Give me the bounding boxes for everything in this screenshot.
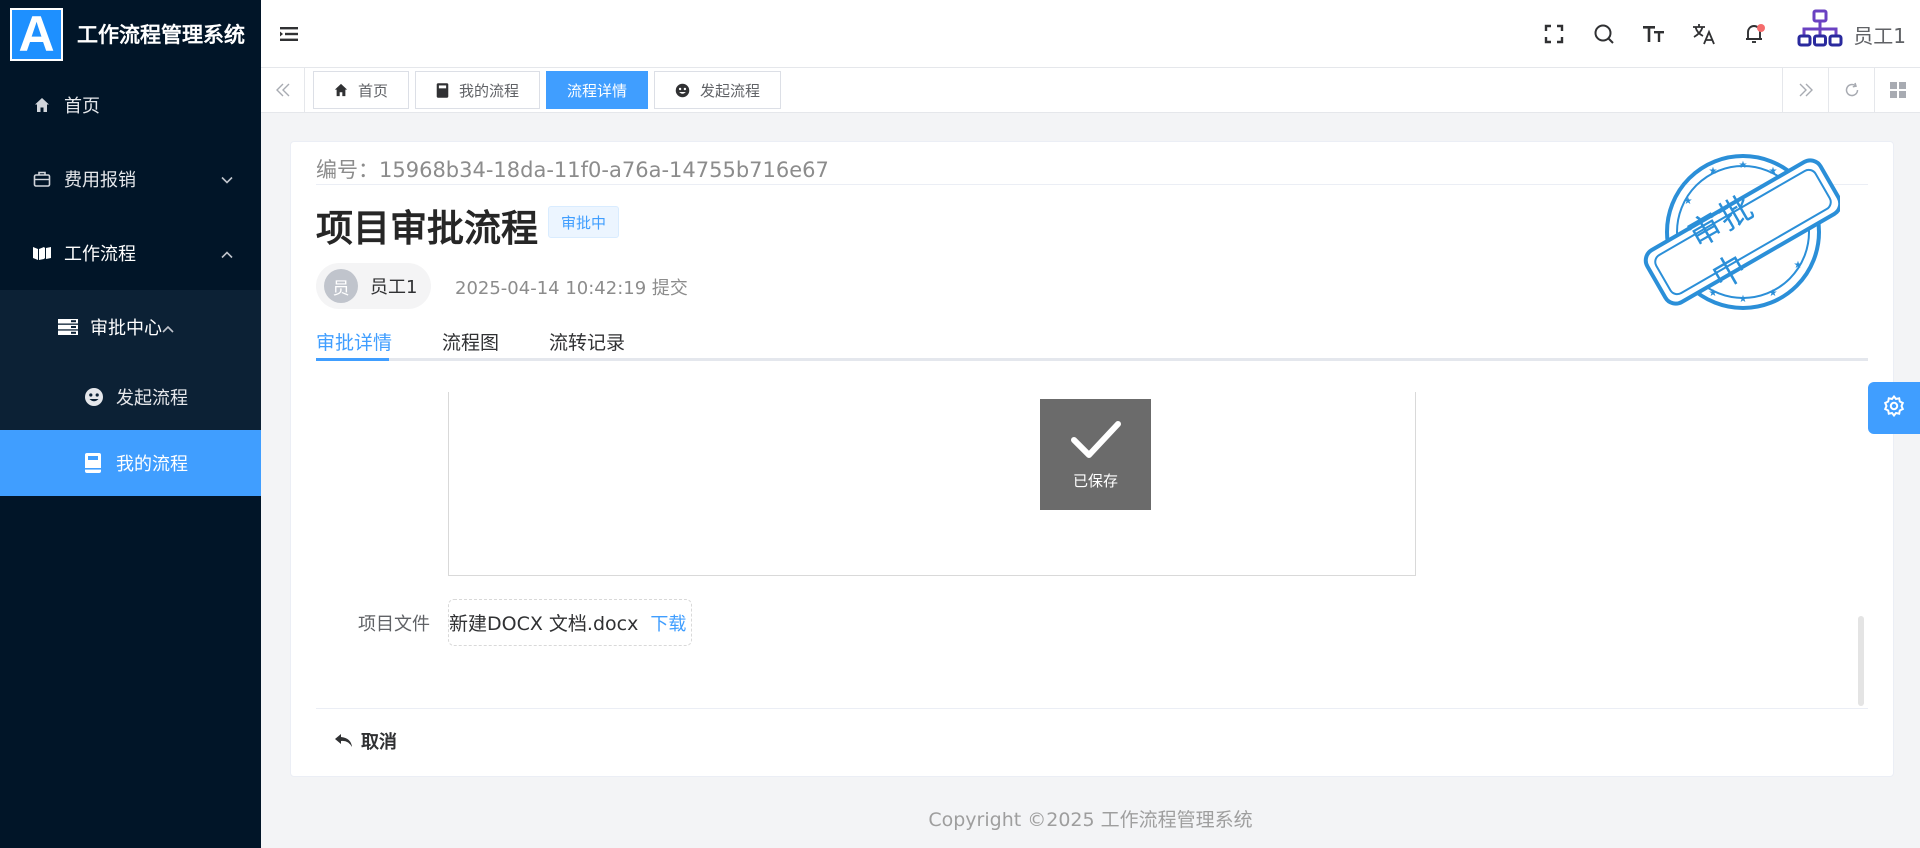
file-attachment: 新建DOCX 文档.docx 下载 xyxy=(448,599,693,646)
tab-flow-records[interactable]: 流转记录 xyxy=(549,328,625,355)
top-header: 员工1 xyxy=(261,0,1920,68)
sidebar: A 工作流程管理系统 首页 费用报销 工作流程 审批中心 发起流程 我的流程 xyxy=(0,0,261,848)
cancel-label: 取消 xyxy=(361,732,397,753)
saved-toast: 已保存 xyxy=(1040,399,1151,510)
header-actions: 员工1 xyxy=(1529,0,1920,68)
sidebar-item-home[interactable]: 首页 xyxy=(0,68,261,142)
sidebar-item-label: 工作流程 xyxy=(64,244,136,265)
sidebar-item-label: 发起流程 xyxy=(116,388,188,409)
tab-start-process[interactable]: 发起流程 xyxy=(654,71,782,109)
book-icon xyxy=(436,82,449,98)
tab-approval-detail[interactable]: 审批详情 xyxy=(316,328,392,355)
search-icon[interactable] xyxy=(1579,9,1629,59)
tab-list: 首页 我的流程 流程详情 发起流程 xyxy=(313,71,787,109)
back-arrow-icon xyxy=(335,733,353,749)
tab-label: 流程详情 xyxy=(567,81,628,100)
svg-text:★: ★ xyxy=(1769,288,1778,299)
app-logo: A xyxy=(10,6,63,62)
workflow-icon xyxy=(32,243,52,263)
chevron-up-icon xyxy=(221,243,233,264)
sidebar-item-workflow[interactable]: 工作流程 xyxy=(0,216,261,290)
scroll-right-icon[interactable] xyxy=(1782,68,1828,112)
smile-icon xyxy=(84,387,104,407)
tab-label: 首页 xyxy=(358,81,389,100)
home-icon xyxy=(334,83,348,97)
submit-time: 2025-04-14 10:42:19 提交 xyxy=(455,278,688,299)
settings-button[interactable] xyxy=(1868,382,1920,434)
checkmark-icon xyxy=(1070,418,1122,466)
user-name: 员工1 xyxy=(1853,23,1906,48)
tab-label: 发起流程 xyxy=(700,81,761,100)
svg-text:★: ★ xyxy=(1684,196,1693,207)
server-icon xyxy=(58,317,78,337)
saved-label: 已保存 xyxy=(1072,472,1118,490)
briefcase-icon xyxy=(32,169,52,189)
stamp-text: 审批中 xyxy=(1681,186,1762,296)
scrollbar[interactable] xyxy=(1858,616,1864,706)
smile-icon xyxy=(675,83,690,98)
tab-actions xyxy=(1782,68,1920,112)
active-tab-indicator xyxy=(316,358,389,361)
applicant-chip: 员 员工1 xyxy=(316,263,432,309)
fullscreen-icon[interactable] xyxy=(1529,9,1579,59)
tab-process-detail[interactable]: 流程详情 xyxy=(546,71,649,109)
cancel-button[interactable]: 取消 xyxy=(335,728,397,754)
svg-text:★: ★ xyxy=(1709,166,1718,177)
sidebar-item-my-process[interactable]: 我的流程 xyxy=(0,430,261,496)
grid-icon[interactable] xyxy=(1874,68,1920,112)
approval-stamp: ★ ★ ★ ★ ★ ★ ★ ★ 审批中 xyxy=(1640,150,1843,315)
user-menu[interactable]: 员工1 xyxy=(1797,9,1906,59)
page-title: 项目审批流程 xyxy=(316,207,538,250)
serial-number: 编号：15968b34-18da-11f0-a76a-14755b716e67 xyxy=(316,158,829,182)
menu-toggle-icon[interactable] xyxy=(279,24,299,44)
sidebar-item-label: 我的流程 xyxy=(116,454,188,475)
file-name: 新建DOCX 文档.docx xyxy=(449,613,639,635)
file-field-label: 项目文件 xyxy=(358,614,430,635)
status-badge: 审批中 xyxy=(548,206,620,238)
avatar: 员 xyxy=(324,269,358,303)
sidebar-item-expense[interactable]: 费用报销 xyxy=(0,142,261,216)
tab-home[interactable]: 首页 xyxy=(313,71,410,109)
svg-text:★: ★ xyxy=(1739,294,1748,305)
sidebar-submenu: 审批中心 发起流程 我的流程 xyxy=(0,290,261,496)
font-size-icon[interactable] xyxy=(1629,9,1679,59)
footer-copyright: Copyright ©2025 工作流程管理系统 xyxy=(928,809,1253,831)
sidebar-item-label: 首页 xyxy=(64,96,100,117)
download-link[interactable]: 下载 xyxy=(650,610,686,636)
tab-flowchart[interactable]: 流程图 xyxy=(442,328,499,355)
refresh-icon[interactable] xyxy=(1828,68,1874,112)
divider xyxy=(316,184,1868,185)
svg-text:★: ★ xyxy=(1794,260,1803,271)
user-avatar-icon xyxy=(1797,9,1843,59)
sidebar-item-label: 费用报销 xyxy=(64,170,136,191)
bell-icon[interactable] xyxy=(1729,9,1779,59)
chevron-up-icon xyxy=(162,317,174,338)
tab-label: 我的流程 xyxy=(459,81,520,100)
document-preview xyxy=(448,392,1416,576)
brand: A 工作流程管理系统 xyxy=(0,0,261,68)
applicant-name: 员工1 xyxy=(370,277,418,298)
svg-text:★: ★ xyxy=(1709,288,1718,299)
tab-my-process[interactable]: 我的流程 xyxy=(415,71,541,109)
sidebar-item-label: 审批中心 xyxy=(90,318,162,339)
translate-icon[interactable] xyxy=(1679,9,1729,59)
chevron-down-icon xyxy=(221,169,233,190)
app-title: 工作流程管理系统 xyxy=(77,23,245,47)
divider xyxy=(316,708,1868,709)
detail-tabs: 审批详情 流程图 流转记录 xyxy=(316,328,1868,361)
tags-view-bar: 首页 我的流程 流程详情 发起流程 xyxy=(261,68,1920,113)
gear-icon xyxy=(1883,394,1905,421)
sidebar-item-start-process[interactable]: 发起流程 xyxy=(0,364,261,430)
sidebar-item-approval-center[interactable]: 审批中心 xyxy=(0,290,261,364)
scroll-left-icon[interactable] xyxy=(261,68,305,112)
svg-text:★: ★ xyxy=(1739,160,1748,171)
home-icon xyxy=(32,95,52,115)
book-icon xyxy=(84,453,104,473)
